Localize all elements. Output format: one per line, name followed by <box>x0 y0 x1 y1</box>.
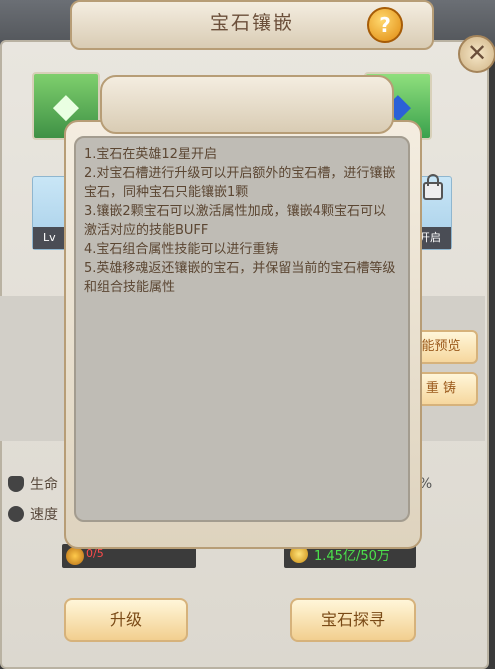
tip-list: 1.宝石在英雄12星开启 2.对宝石槽进行升级可以开启额外的宝石槽，进行镶嵌宝石… <box>84 145 396 297</box>
attr-label-hp: 生命 <box>30 477 58 493</box>
help-button[interactable]: ? <box>367 7 403 43</box>
tip-item: 1.宝石在英雄12星开启 <box>84 147 217 162</box>
tip-item: 2.对宝石槽进行升级可以开启额外的宝石槽，进行镶嵌宝石，同种宝石只能镶嵌1颗 <box>84 166 396 200</box>
close-button[interactable]: ✕ <box>458 35 495 73</box>
header-banner: 宝石镶嵌 ? <box>70 0 434 50</box>
torch-icon <box>66 547 84 565</box>
attr-label-speed: 速度 <box>30 507 58 523</box>
popup-ribbon <box>100 75 394 134</box>
upgrade-button[interactable]: 升级 <box>64 598 188 642</box>
speed-icon <box>8 506 24 522</box>
attr-row-speed: 速度 <box>8 504 58 524</box>
tip-item: 3.镶嵌2颗宝石可以激活属性加成，镶嵌4颗宝石可以激活对应的技能BUFF <box>84 204 386 238</box>
attr-row-hp: 生命 <box>8 474 58 494</box>
gem-search-button[interactable]: 宝石探寻 <box>290 598 416 642</box>
tip-item: 4.宝石组合属性技能可以进行重铸 <box>84 242 279 257</box>
tip-item: 5.英雄移魂返还镶嵌的宝石，并保留当前的宝石槽等级和组合技能属性 <box>84 261 396 295</box>
shield-icon <box>8 476 24 492</box>
lock-icon <box>423 174 443 200</box>
